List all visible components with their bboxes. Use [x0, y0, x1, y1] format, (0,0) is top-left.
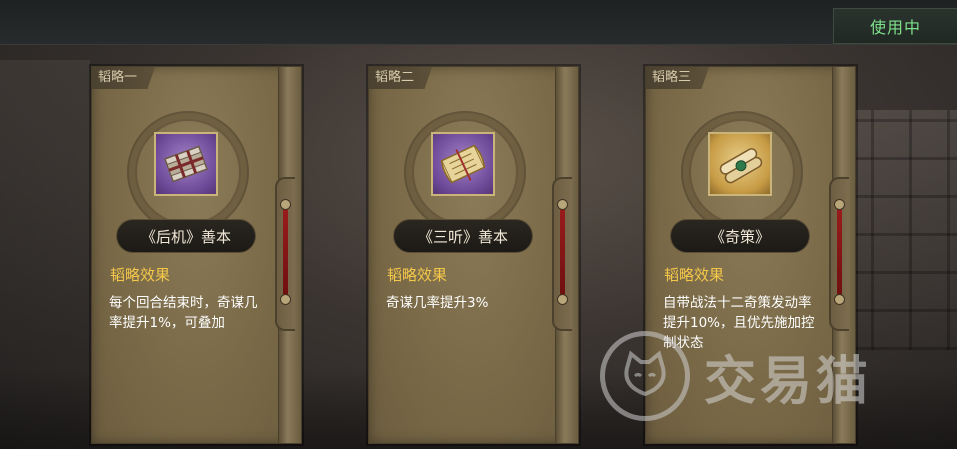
top-bar: [0, 0, 957, 45]
card-scrollbar[interactable]: [834, 199, 845, 305]
effect-title: 韬略效果: [664, 266, 725, 284]
effect-title: 韬略效果: [387, 266, 448, 284]
effect-title: 韬略效果: [110, 266, 171, 284]
background-window-left: [0, 60, 90, 360]
effect-description: 每个回合结束时，奇谋几率提升1%，可叠加: [109, 295, 258, 331]
card-name-plate: 《奇策》: [670, 219, 810, 253]
card-scrollbar[interactable]: [280, 199, 291, 305]
card-name-plate: 《后机》善本: [116, 219, 256, 253]
strategy-card-2[interactable]: 韬略二 《三听》善本 韬略效果 奇谋几率提升3%: [368, 66, 579, 444]
effect-description: 奇谋几率提升3%: [386, 295, 489, 311]
strategy-card-1[interactable]: 韬略一 《后机》善本 韬略效果 每个回合结束时，奇谋几率提升1%，可叠加: [91, 66, 302, 444]
card-name-plate: 《三听》善本: [393, 219, 533, 253]
card-scrollbar[interactable]: [557, 199, 568, 305]
watermark: 交易猫: [600, 326, 940, 426]
card-tab: 韬略一: [92, 67, 156, 89]
card-tab: 韬略三: [646, 67, 710, 89]
in-use-button[interactable]: 使用中: [833, 8, 957, 44]
rolled-scrolls-icon[interactable]: [708, 132, 772, 196]
card-tab: 韬略二: [369, 67, 433, 89]
open-scroll-icon[interactable]: [431, 132, 495, 196]
watermark-text: 交易猫: [704, 351, 873, 412]
bundled-books-icon[interactable]: [154, 132, 218, 196]
cat-logo-icon: [600, 331, 690, 421]
